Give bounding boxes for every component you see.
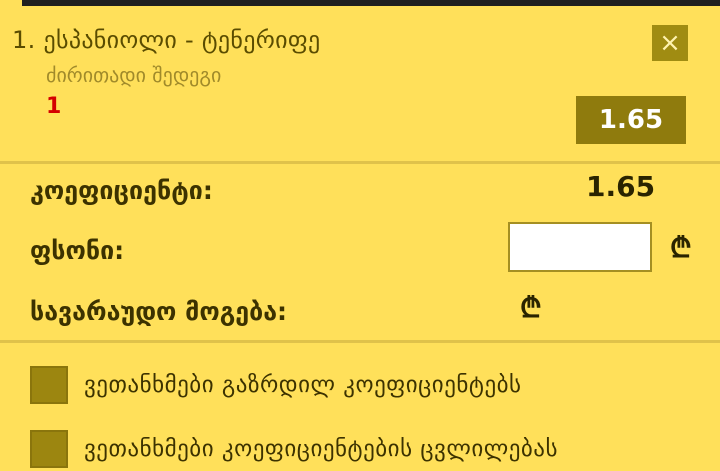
selection-outcome: 1 xyxy=(46,94,62,119)
accept-odds-change-option[interactable]: ვეთანხმები კოეფიციენტების ცვლილებას xyxy=(30,430,558,468)
close-icon: × xyxy=(659,28,681,58)
accept-odds-change-label: ვეთანხმები კოეფიციენტების ცვლილებას xyxy=(84,436,558,462)
accept-odds-change-checkbox[interactable] xyxy=(30,430,68,468)
odd-button[interactable]: 1.65 xyxy=(576,96,686,144)
stake-label: ფსონი: xyxy=(30,236,125,265)
event-name: ესპანიოლი - ტენერიფე xyxy=(43,26,321,54)
market-name: ძირითადი შედეგი xyxy=(46,63,222,87)
accept-higher-odds-option[interactable]: ვეთანხმები გაზრდილ კოეფიციენტებს xyxy=(30,366,522,404)
accept-higher-odds-label: ვეთანხმები გაზრდილ კოეფიციენტებს xyxy=(84,372,522,398)
accept-higher-odds-checkbox[interactable] xyxy=(30,366,68,404)
lari-icon: ₾ xyxy=(520,291,542,324)
coefficient-label: კოეფიციენტი: xyxy=(30,176,213,205)
divider xyxy=(0,161,720,164)
close-button[interactable]: × xyxy=(652,25,688,61)
event-title: 1. ესპანიოლი - ტენერიფე xyxy=(12,26,320,54)
potential-win-label: სავარაუდო მოგება: xyxy=(30,297,288,326)
stake-input[interactable] xyxy=(508,222,652,272)
divider xyxy=(0,340,720,343)
coefficient-value: 1.65 xyxy=(586,170,656,203)
lari-icon: ₾ xyxy=(670,231,692,264)
event-number: 1. xyxy=(12,26,36,54)
